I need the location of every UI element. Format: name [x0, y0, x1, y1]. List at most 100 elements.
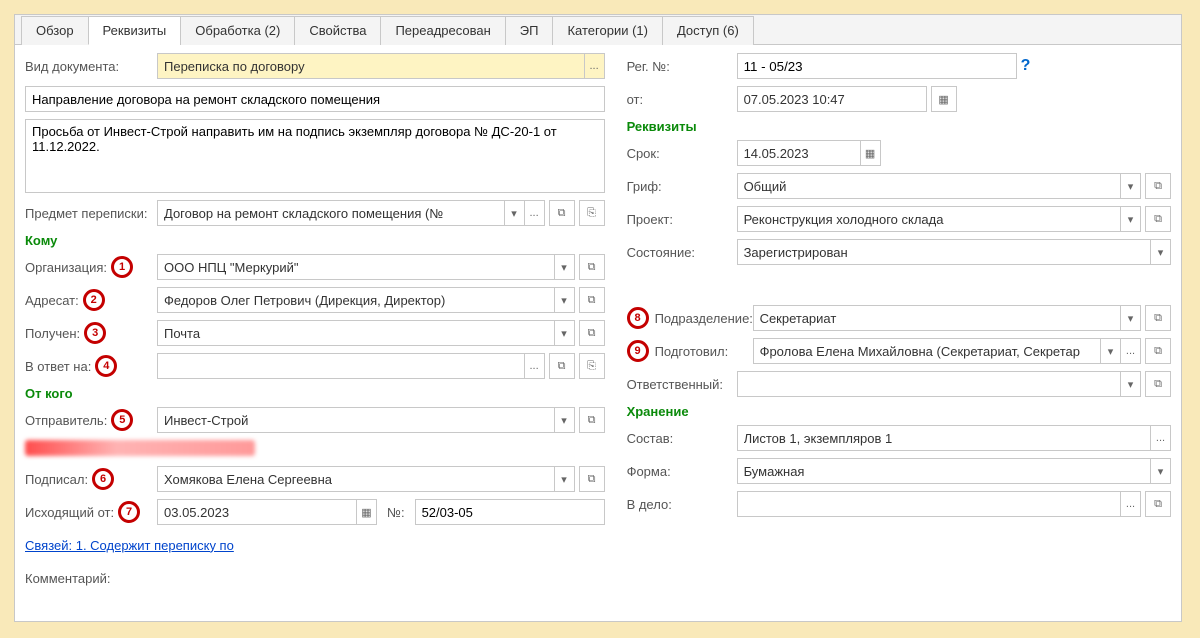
tab-overview[interactable]: Обзор: [21, 16, 89, 45]
open-icon[interactable]: ⧉: [579, 287, 605, 313]
prepared-value: Фролова Елена Михайловна (Секретариат, С…: [760, 344, 1100, 359]
open-icon[interactable]: ⧉: [1145, 173, 1171, 199]
prepared-combo[interactable]: Фролова Елена Михайловна (Секретариат, С…: [753, 338, 1141, 364]
fromdate-label: от:: [627, 92, 737, 107]
tab-processing[interactable]: Обработка (2): [180, 16, 295, 45]
links-link[interactable]: Связей: 1. Содержит переписку по: [25, 538, 234, 553]
open-icon[interactable]: ⧉: [579, 254, 605, 280]
doc-type-combo[interactable]: Переписка по договору ...: [157, 53, 605, 79]
open-icon[interactable]: ⧉: [1145, 491, 1171, 517]
chevron-down-icon[interactable]: ▾: [554, 255, 574, 279]
org-value: ООО НПЦ "Меркурий": [164, 260, 554, 275]
subj-corr-combo[interactable]: Договор на ремонт складского помещения (…: [157, 200, 545, 226]
badge-7: 7: [118, 501, 140, 523]
fromdate-input[interactable]: 07.05.2023 10:47: [737, 86, 927, 112]
calendar-icon[interactable]: ▦: [931, 86, 957, 112]
details-section-title: Реквизиты: [627, 119, 1171, 134]
sender-combo[interactable]: Инвест-Строй ▾: [157, 407, 575, 433]
open-icon[interactable]: ⧉: [579, 320, 605, 346]
classification-combo[interactable]: Общий ▾: [737, 173, 1141, 199]
received-value: Почта: [164, 326, 554, 341]
dept-combo[interactable]: Секретариат ▾: [753, 305, 1141, 331]
to-section-title: Кому: [25, 233, 605, 248]
open-icon[interactable]: ⧉: [1145, 371, 1171, 397]
open-icon[interactable]: ⧉: [1145, 206, 1171, 232]
project-value: Реконструкция холодного склада: [744, 212, 1120, 227]
chevron-down-icon[interactable]: ▾: [554, 321, 574, 345]
tab-signature[interactable]: ЭП: [505, 16, 554, 45]
subj-corr-value: Договор на ремонт складского помещения (…: [164, 206, 504, 221]
addressee-combo[interactable]: Федоров Олег Петрович (Дирекция, Директо…: [157, 287, 575, 313]
received-combo[interactable]: Почта ▾: [157, 320, 575, 346]
description-textarea[interactable]: Просьба от Инвест-Строй направить им на …: [25, 119, 605, 193]
badge-3: 3: [84, 322, 106, 344]
composition-input[interactable]: Листов 1, экземпляров 1 ...: [737, 425, 1171, 451]
state-combo[interactable]: Зарегистрирован ▾: [737, 239, 1171, 265]
addressee-label-text: Адресат:: [25, 293, 79, 308]
dots-icon[interactable]: ...: [524, 354, 544, 378]
badge-9: 9: [627, 340, 649, 362]
received-label-text: Получен:: [25, 326, 80, 341]
chevron-down-icon[interactable]: ▾: [1150, 459, 1170, 483]
outfrom-label-text: Исходящий от:: [25, 505, 114, 520]
copy-icon[interactable]: ⎘: [579, 353, 605, 379]
tab-properties[interactable]: Свойства: [294, 16, 381, 45]
state-label: Состояние:: [627, 245, 737, 260]
chevron-down-icon[interactable]: ▾: [504, 201, 524, 225]
chevron-down-icon[interactable]: ▾: [554, 467, 574, 491]
incase-combo[interactable]: ...: [737, 491, 1141, 517]
chevron-down-icon[interactable]: ▾: [1150, 240, 1170, 264]
signed-combo[interactable]: Хомякова Елена Сергеевна ▾: [157, 466, 575, 492]
right-column: Рег. №: ? от: 07.05.2023 10:47 ▦ Реквизи…: [623, 53, 1171, 598]
chevron-down-icon[interactable]: ▾: [1120, 207, 1140, 231]
tab-forwarded[interactable]: Переадресован: [380, 16, 505, 45]
out-no-label: №:: [381, 505, 411, 520]
org-combo[interactable]: ООО НПЦ "Меркурий" ▾: [157, 254, 575, 280]
chevron-down-icon[interactable]: ▾: [1100, 339, 1120, 363]
dots-icon[interactable]: ...: [1150, 426, 1170, 450]
tab-strip: Обзор Реквизиты Обработка (2) Свойства П…: [15, 15, 1181, 45]
inreply-combo[interactable]: ...: [157, 353, 545, 379]
project-combo[interactable]: Реконструкция холодного склада ▾: [737, 206, 1141, 232]
open-icon[interactable]: ⧉: [579, 407, 605, 433]
deadline-input[interactable]: 14.05.2023 ▦: [737, 140, 881, 166]
dots-icon[interactable]: ...: [1120, 339, 1140, 363]
chevron-down-icon[interactable]: ▾: [554, 408, 574, 432]
chevron-down-icon[interactable]: ▾: [1120, 372, 1140, 396]
chevron-down-icon[interactable]: ▾: [1120, 306, 1140, 330]
sender-label-text: Отправитель:: [25, 413, 107, 428]
chevron-down-icon[interactable]: ▾: [1120, 174, 1140, 198]
storage-section-title: Хранение: [627, 404, 1171, 419]
outfrom-date-input[interactable]: 03.05.2023 ▦: [157, 499, 377, 525]
subject-input[interactable]: [25, 86, 605, 112]
open-icon[interactable]: ⧉: [579, 466, 605, 492]
calendar-icon[interactable]: ▦: [356, 500, 376, 524]
chevron-down-icon[interactable]: ▾: [554, 288, 574, 312]
open-icon[interactable]: ⧉: [549, 200, 575, 226]
dots-icon[interactable]: ...: [524, 201, 544, 225]
tab-access[interactable]: Доступ (6): [662, 16, 754, 45]
open-icon[interactable]: ⧉: [1145, 338, 1171, 364]
doc-type-label: Вид документа:: [25, 59, 157, 74]
redacted-row: [25, 440, 255, 456]
calendar-icon[interactable]: ▦: [860, 141, 880, 165]
badge-1: 1: [111, 256, 133, 278]
badge-8: 8: [627, 307, 649, 329]
document-card-window: Обзор Реквизиты Обработка (2) Свойства П…: [14, 14, 1182, 622]
dots-icon[interactable]: ...: [1120, 492, 1140, 516]
form-combo[interactable]: Бумажная ▾: [737, 458, 1171, 484]
tab-details[interactable]: Реквизиты: [88, 16, 182, 45]
dots-icon[interactable]: ...: [584, 54, 604, 78]
badge-2: 2: [83, 289, 105, 311]
copy-icon[interactable]: ⎘: [579, 200, 605, 226]
open-icon[interactable]: ⧉: [549, 353, 575, 379]
responsible-combo[interactable]: ▾: [737, 371, 1141, 397]
help-icon[interactable]: ?: [1021, 57, 1031, 75]
badge-6: 6: [92, 468, 114, 490]
regno-input[interactable]: [737, 53, 1017, 79]
deadline-value: 14.05.2023: [744, 146, 860, 161]
out-no-input[interactable]: [415, 499, 605, 525]
open-icon[interactable]: ⧉: [1145, 305, 1171, 331]
from-section-title: От кого: [25, 386, 605, 401]
tab-categories[interactable]: Категории (1): [552, 16, 663, 45]
